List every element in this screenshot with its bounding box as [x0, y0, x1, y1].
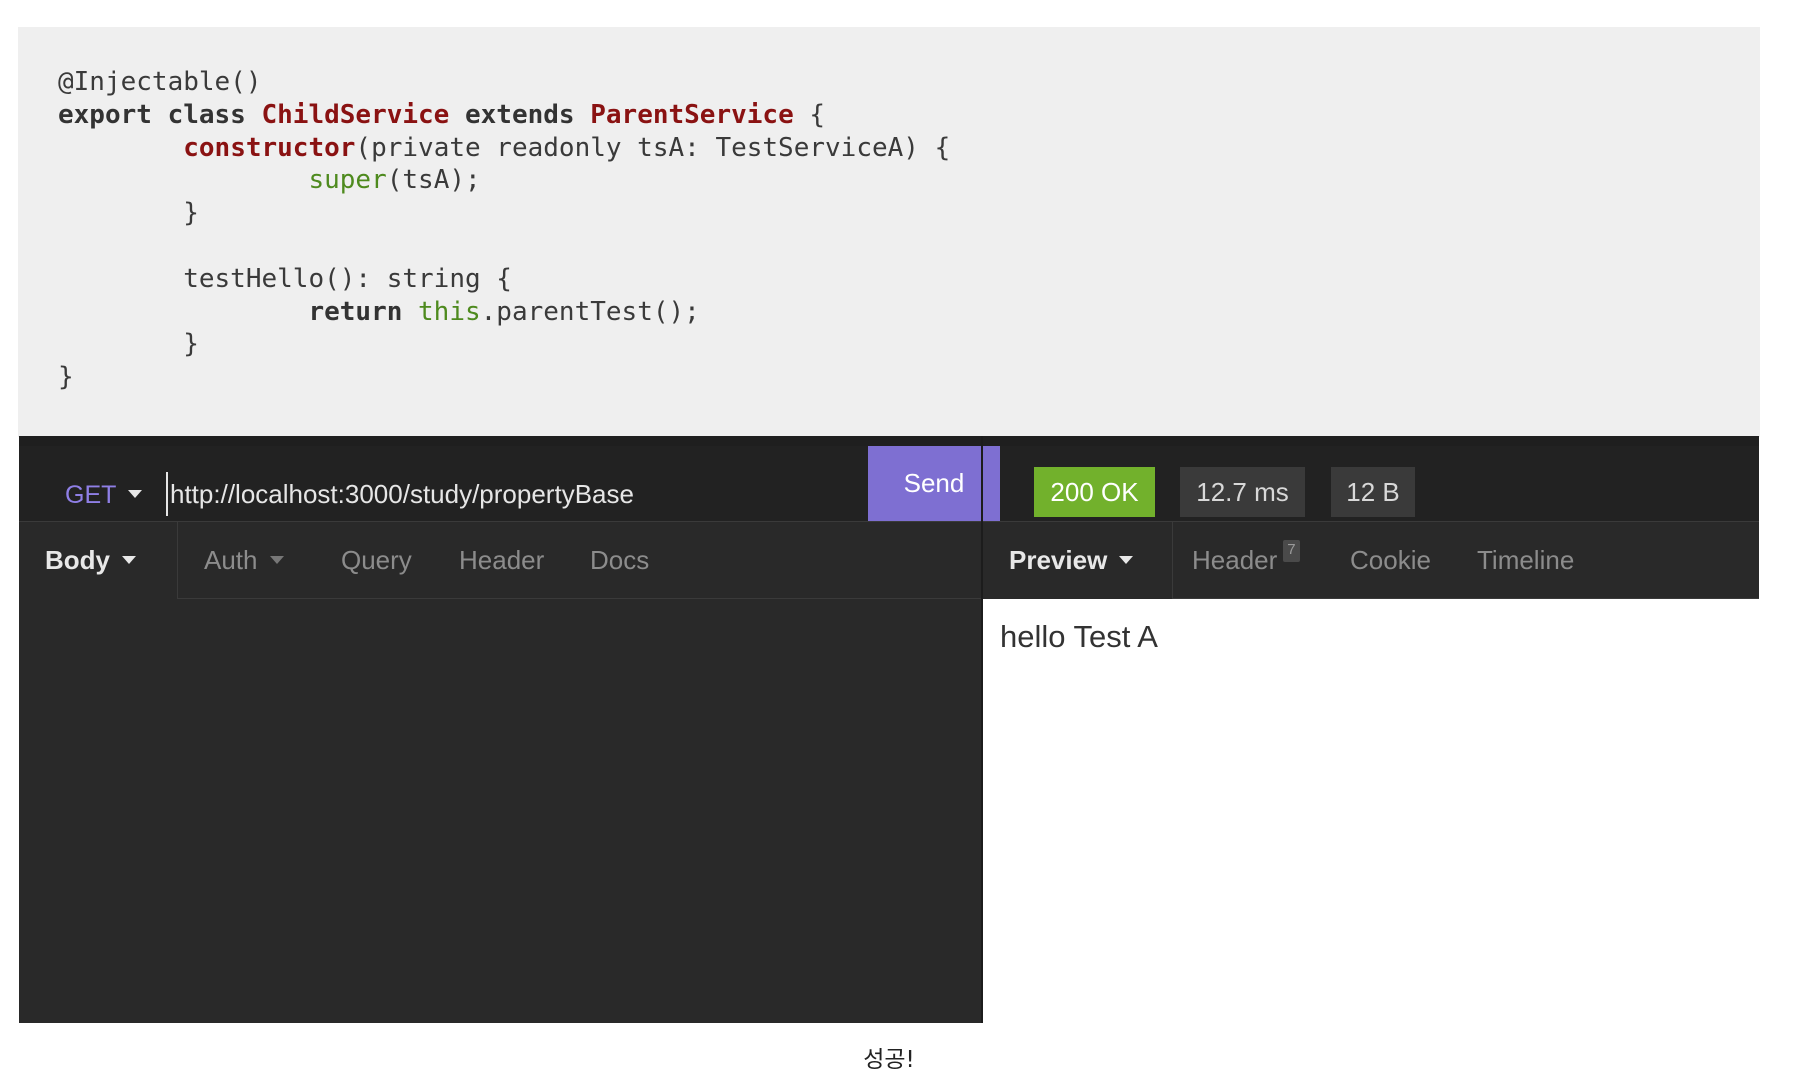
tab-query[interactable]: Query: [341, 522, 412, 599]
response-time-badge: 12.7 ms: [1180, 467, 1305, 517]
code-token: export class: [58, 99, 262, 130]
code-token: }: [58, 329, 199, 360]
url-input[interactable]: [166, 472, 850, 516]
code-token: {: [793, 99, 826, 130]
tab-response-header-label: Header: [1192, 545, 1278, 575]
response-preview-panel: hello Test A: [983, 599, 1759, 1023]
code-token: return: [308, 296, 403, 327]
tab-docs[interactable]: Docs: [590, 522, 649, 599]
code-line: super(tsA);: [58, 164, 1760, 197]
code-token: }: [58, 362, 74, 393]
code-token: testHello(): string {: [58, 263, 512, 294]
code-token: constructor: [183, 132, 356, 163]
url-bar: GET: [19, 446, 983, 521]
tab-auth-label: Auth: [204, 545, 258, 575]
code-token: ParentService: [590, 99, 794, 130]
chevron-down-icon: [1119, 556, 1134, 565]
code-token: (private readonly tsA: TestServiceA) {: [355, 132, 951, 163]
code-line: constructor(private readonly tsA: TestSe…: [58, 132, 1760, 165]
header-count-badge: 7: [1283, 540, 1300, 562]
response-body-text: hello Test A: [1000, 619, 1158, 654]
code-block: @Injectable() export class ChildService e…: [18, 27, 1760, 437]
top-strip: [19, 436, 1759, 446]
code-line: @Injectable(): [58, 66, 1760, 99]
response-status-bar: 200 OK 12.7 ms 12 B: [1000, 446, 1759, 521]
tab-auth[interactable]: Auth: [204, 522, 284, 599]
code-token: (tsA);: [386, 165, 481, 196]
tab-timeline[interactable]: Timeline: [1477, 522, 1574, 599]
code-token: this: [418, 296, 481, 327]
response-size-badge: 12 B: [1331, 467, 1415, 517]
method-dropdown[interactable]: GET: [65, 480, 143, 510]
code-token: .parentTest();: [480, 296, 700, 327]
rest-client: GET Send 200 OK 12.7 ms 12 B Body Auth Q…: [19, 436, 1759, 1023]
tab-body-label: Body: [45, 545, 110, 575]
request-body-panel[interactable]: [19, 599, 983, 1023]
code-token: extends: [449, 99, 591, 130]
tab-divider: [1172, 522, 1173, 600]
chevron-down-icon: [128, 490, 143, 499]
code-token: super: [308, 165, 387, 196]
tab-preview[interactable]: Preview: [1009, 522, 1134, 599]
pane-divider[interactable]: [981, 436, 983, 1023]
code-token: @Injectable(): [58, 67, 262, 97]
tab-divider: [177, 522, 178, 600]
code-line: testHello(): string {: [58, 263, 1760, 296]
tab-header[interactable]: Header: [459, 522, 544, 599]
code-line: }: [58, 361, 1760, 394]
chevron-down-icon: [269, 556, 284, 565]
code-listing: @Injectable() export class ChildService e…: [58, 66, 1760, 394]
request-tabs: Body Auth Query Header Docs: [19, 521, 983, 600]
code-line: }: [58, 328, 1760, 361]
response-tabs: Preview Header 7 Cookie Timeline: [983, 521, 1759, 600]
code-token: ChildService: [261, 99, 450, 130]
code-line: export class ChildService extends Parent…: [58, 99, 1760, 132]
image-caption: 성공!: [863, 1047, 915, 1073]
code-line: }: [58, 197, 1760, 230]
code-token: }: [58, 198, 199, 229]
tab-response-header[interactable]: Header 7: [1192, 522, 1300, 599]
method-label: GET: [65, 481, 117, 509]
tab-preview-label: Preview: [1009, 545, 1108, 575]
tab-cookie[interactable]: Cookie: [1350, 522, 1431, 599]
status-badge: 200 OK: [1034, 467, 1155, 517]
tab-body[interactable]: Body: [45, 522, 136, 599]
code-line: return this.parentTest();: [58, 296, 1760, 329]
chevron-down-icon: [122, 556, 136, 565]
